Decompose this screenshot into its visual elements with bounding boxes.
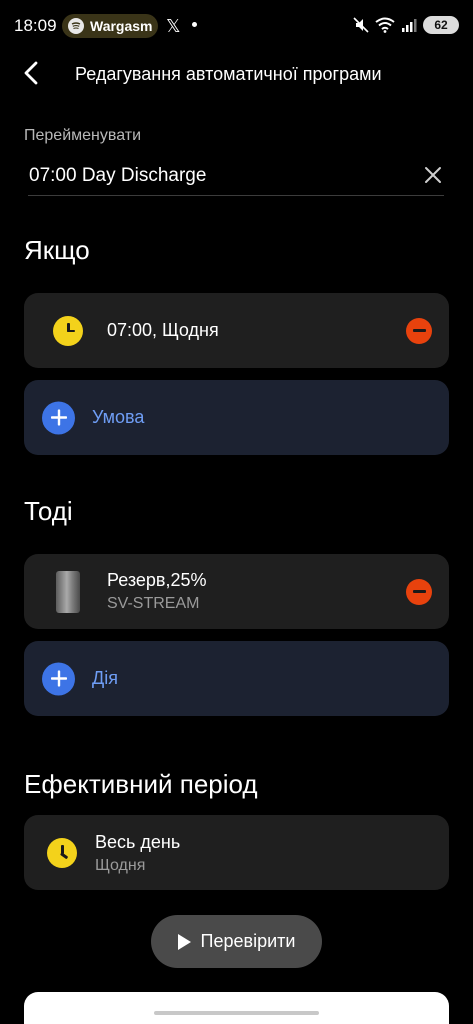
battery-indicator: 62 bbox=[423, 16, 459, 34]
action-device: SV-STREAM bbox=[107, 595, 200, 612]
condition-card[interactable]: 07:00, Щодня bbox=[24, 293, 449, 368]
play-icon bbox=[177, 933, 191, 950]
add-condition-label: Умова bbox=[92, 407, 145, 427]
home-indicator[interactable] bbox=[154, 1011, 319, 1015]
rename-label: Перейменувати bbox=[24, 127, 141, 144]
media-notification-pill[interactable]: Wargasm bbox=[62, 14, 158, 38]
action-card[interactable]: Резерв,25% SV-STREAM bbox=[24, 554, 449, 629]
period-card[interactable]: Весь день Щодня bbox=[24, 815, 449, 890]
notification-app-name: Wargasm bbox=[90, 18, 153, 34]
add-action-label: Дія bbox=[92, 668, 118, 688]
signal-icon bbox=[402, 19, 417, 32]
more-notifications-dot bbox=[192, 22, 197, 27]
period-title: Весь день bbox=[95, 832, 181, 852]
plus-icon bbox=[42, 401, 75, 434]
test-button-label: Перевірити bbox=[200, 931, 296, 951]
status-time: 18:09 bbox=[14, 16, 57, 35]
status-icons: 62 bbox=[353, 16, 459, 34]
period-subtitle: Щодня bbox=[95, 857, 146, 874]
test-button[interactable]: Перевірити bbox=[151, 915, 322, 968]
clock-icon bbox=[47, 837, 77, 868]
mute-icon bbox=[353, 17, 369, 33]
remove-condition-button[interactable] bbox=[406, 317, 432, 344]
then-section-title: Тоді bbox=[24, 496, 73, 526]
chevron-left-icon bbox=[24, 61, 38, 85]
add-action-card[interactable]: Дія bbox=[24, 641, 449, 716]
remove-action-button[interactable] bbox=[406, 578, 432, 605]
spotify-icon bbox=[68, 18, 84, 34]
x-app-icon: 𝕏 bbox=[166, 16, 181, 36]
screen: 18:09 Wargasm 𝕏 62 Редагування автоматич… bbox=[0, 0, 473, 1024]
rename-input[interactable]: 07:00 Day Discharge bbox=[28, 156, 444, 196]
app-header: Редагування автоматичної програми bbox=[0, 52, 473, 96]
add-condition-card[interactable]: Умова bbox=[24, 380, 449, 455]
clear-button[interactable] bbox=[422, 164, 444, 186]
rename-value[interactable]: 07:00 Day Discharge bbox=[29, 165, 206, 187]
wifi-icon bbox=[375, 17, 395, 33]
back-button[interactable] bbox=[14, 56, 48, 90]
plus-icon bbox=[42, 662, 75, 695]
if-section-title: Якщо bbox=[24, 235, 90, 265]
page-title: Редагування автоматичної програми bbox=[75, 64, 382, 84]
status-bar: 18:09 Wargasm 𝕏 62 bbox=[0, 0, 473, 52]
action-title: Резерв,25% bbox=[107, 570, 207, 590]
bottom-sheet bbox=[24, 992, 449, 1024]
period-section-title: Ефективний період bbox=[24, 769, 258, 799]
device-icon bbox=[56, 570, 80, 613]
condition-text: 07:00, Щодня bbox=[107, 320, 219, 340]
clock-icon bbox=[53, 315, 83, 346]
close-icon bbox=[425, 167, 441, 183]
